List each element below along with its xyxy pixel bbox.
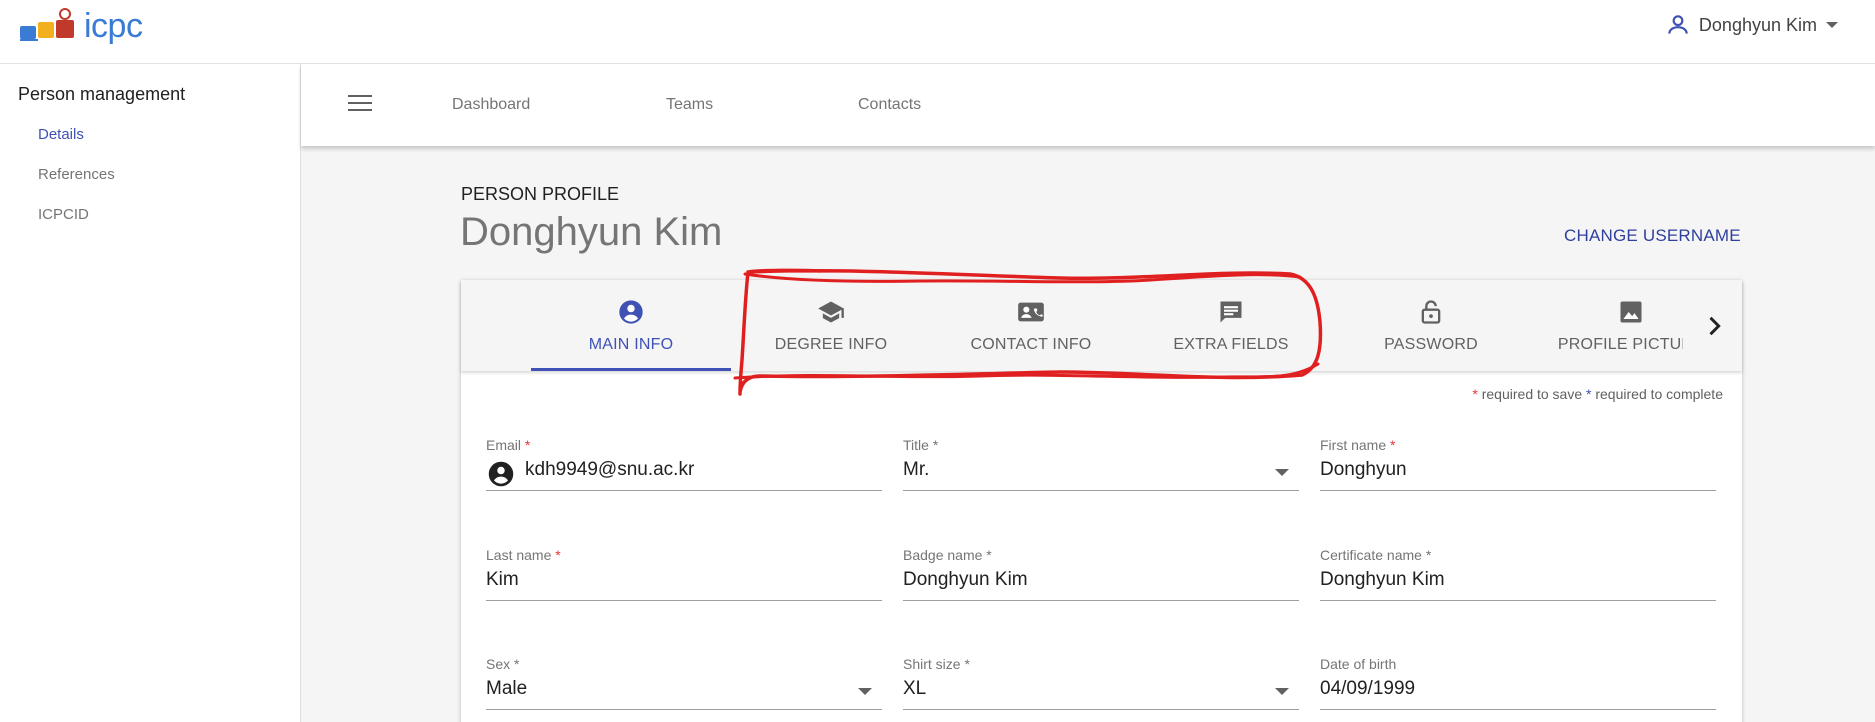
tab-label: PROFILE PICTURE [1557,336,1683,353]
sex-value: Male [486,678,528,699]
sidebar-item-icpcid[interactable]: ICPCID [38,206,89,223]
account-circle-icon [619,300,643,324]
title-value: Mr. [903,459,930,480]
tab-label: CONTACT INFO [970,336,1092,353]
nav-link-dashboard[interactable]: Dashboard [452,96,530,114]
user-name: Donghyun Kim [1698,14,1817,35]
first-name-field[interactable]: First name * Donghyun [1320,437,1716,497]
person-icon [1668,15,1688,34]
required-legend: * required to save * required to complet… [1472,386,1723,402]
chevron-down-icon [1826,22,1838,28]
required-save-text: required to save [1477,386,1587,402]
profile-card: MAIN INFO DEGREE INFO CONTACT INFO EXTRA… [461,280,1742,722]
tab-label: DEGREE INFO [774,336,888,353]
logo-text: icpc [84,6,143,45]
dropdown-arrow-icon [858,688,872,695]
tab-password[interactable]: PASSWORD [1331,280,1531,371]
profile-section-label: PERSON PROFILE [461,184,620,204]
main-content: Dashboard Teams Contacts PERSON PROFILE … [301,64,1875,722]
certificate-name-label: Certificate name * [1320,547,1432,563]
first-name-label: First name [1320,437,1387,453]
tab-contact-info[interactable]: CONTACT INFO [931,280,1131,371]
change-username-button[interactable]: CHANGE USERNAME [1564,226,1741,246]
last-name-field[interactable]: Last name * Kim [486,547,882,607]
sidebar-title: Person management [18,84,186,104]
sidebar-item-references[interactable]: References [38,166,115,183]
account-circle-icon [488,461,514,487]
first-name-value: Donghyun [1320,459,1407,480]
date-of-birth-field[interactable]: Date of birth 04/09/1999 [1320,656,1716,716]
tab-label: MAIN INFO [588,336,674,353]
tab-degree-info[interactable]: DEGREE INFO [731,280,931,371]
tab-label: PASSWORD [1384,336,1478,353]
title-label: Title * [903,437,939,453]
certificate-name-value: Donghyun Kim [1320,569,1445,590]
email-field[interactable]: Email * kdh9949@snu.ac.kr [486,437,882,497]
badge-name-field[interactable]: Badge name * Donghyun Kim [903,547,1299,607]
tab-profile-picture[interactable]: PROFILE PICTURE [1531,280,1683,371]
tab-label: EXTRA FIELDS [1173,336,1289,353]
image-icon [1620,301,1642,323]
badge-name-value: Donghyun Kim [903,569,1028,590]
icpc-logo-icon [20,8,74,41]
last-name-label: Last name [486,547,552,563]
tab-extra-fields[interactable]: EXTRA FIELDS [1131,280,1331,371]
required-complete-text: required to complete [1591,386,1723,402]
sidebar-item-details[interactable]: Details [38,126,84,143]
chevron-right-icon[interactable] [1700,312,1728,340]
shirt-size-select[interactable]: Shirt size * XL [903,656,1299,716]
tab-main-info[interactable]: MAIN INFO [531,280,731,371]
dropdown-arrow-icon [1275,469,1289,476]
email-value: kdh9949@snu.ac.kr [525,459,695,480]
nav-link-teams[interactable]: Teams [666,96,713,114]
email-label: Email [486,437,522,453]
comment-icon [1220,301,1242,323]
date-of-birth-value: 04/09/1999 [1320,678,1416,699]
lock-open-icon [1421,300,1441,324]
contact-card-icon [1018,302,1044,322]
top-navbar: Dashboard Teams Contacts [301,64,1875,146]
top-header: icpc Donghyun Kim [0,0,1875,64]
icpc-logo[interactable]: icpc [18,6,143,46]
page-title: Donghyun Kim [460,210,723,254]
nav-link-contacts[interactable]: Contacts [858,96,921,114]
last-name-value: Kim [486,569,519,590]
sex-label: Sex * [486,656,520,672]
user-menu[interactable]: Donghyun Kim [1665,10,1839,40]
title-select[interactable]: Title * Mr. [903,437,1299,497]
certificate-name-field[interactable]: Certificate name * Donghyun Kim [1320,547,1716,607]
sex-select[interactable]: Sex * Male [486,656,882,716]
sidebar: Person management Details References ICP… [0,64,301,722]
badge-name-label: Badge name * [903,547,992,563]
school-icon [818,301,844,323]
menu-icon[interactable] [348,95,372,113]
dropdown-arrow-icon [1275,688,1289,695]
shirt-size-value: XL [903,678,927,699]
shirt-size-label: Shirt size * [903,656,970,672]
profile-tabs: MAIN INFO DEGREE INFO CONTACT INFO EXTRA… [461,280,1742,371]
date-of-birth-label: Date of birth [1320,656,1397,672]
